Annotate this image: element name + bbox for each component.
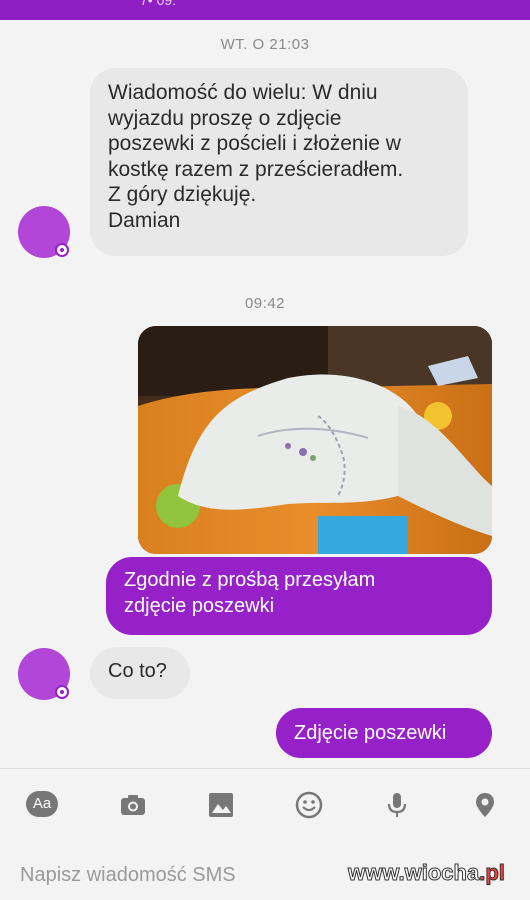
- status-clock: 7• 09:: [140, 0, 177, 8]
- message-text: Co to?: [108, 660, 167, 682]
- message-line: Z góry dziękuję.: [108, 183, 257, 207]
- watermark: www.wiocha.pl: [347, 860, 506, 886]
- message-line: Wiadomość do wielu: W dniu: [108, 81, 378, 104]
- message-line: kostkę razem z prześcieradłem.: [108, 157, 404, 181]
- sent-photo[interactable]: [138, 326, 492, 554]
- text-format-button[interactable]: Aa: [26, 791, 58, 817]
- camera-icon[interactable]: [118, 790, 148, 820]
- message-line: Zgodnie z prośbą przesyłam: [124, 569, 376, 591]
- incoming-message-bubble[interactable]: Co to?: [90, 647, 190, 699]
- contact-avatar[interactable]: [18, 648, 70, 700]
- messenger-badge-icon: [55, 243, 69, 257]
- location-icon[interactable]: [470, 790, 500, 820]
- watermark-tld: .pl: [479, 860, 506, 886]
- timestamp: 09:42: [244, 295, 286, 312]
- message-line: Damian: [108, 209, 181, 233]
- watermark-text: www.wiocha: [347, 860, 480, 886]
- message-line: wyjazdu proszę o zdjęcie: [108, 106, 342, 130]
- sms-input-placeholder[interactable]: Napisz wiadomość SMS: [20, 864, 236, 887]
- timestamp: WT. O 21:03: [220, 36, 310, 53]
- message-text: Zdjęcie poszewki: [294, 722, 447, 744]
- outgoing-message-bubble[interactable]: Zdjęcie poszewki: [276, 708, 492, 758]
- contact-avatar[interactable]: [18, 206, 70, 258]
- status-bar: 7• 09:: [0, 0, 530, 20]
- outgoing-message-bubble[interactable]: Zgodnie z prośbą przesyłam zdjęcie posze…: [106, 557, 492, 635]
- messenger-badge-icon: [55, 685, 69, 699]
- image-icon[interactable]: [206, 790, 236, 820]
- emoji-icon[interactable]: [294, 790, 324, 820]
- message-line: poszewki z pościeli i złożenie w: [108, 132, 401, 156]
- composer-divider: [0, 768, 530, 769]
- incoming-message-bubble[interactable]: Wiadomość do wielu: W dniu wyjazdu prosz…: [90, 68, 468, 256]
- bedsheet-photo-image: [138, 326, 492, 554]
- message-line: zdjęcie poszewki: [124, 595, 275, 617]
- microphone-icon[interactable]: [382, 790, 412, 820]
